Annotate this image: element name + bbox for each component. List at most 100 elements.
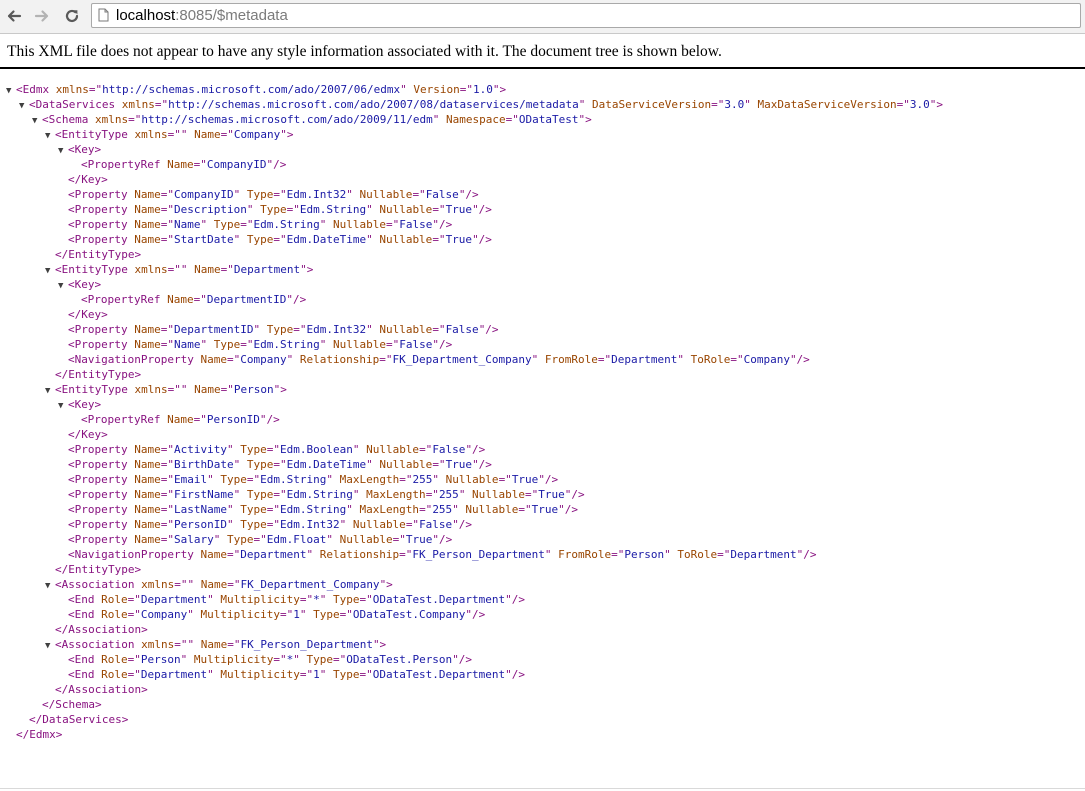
xml-tag-text: <Property [68,218,128,231]
xml-line: <NavigationProperty Name="Department" Re… [0,547,943,562]
xml-attr-value: FK_Person_Department [412,548,545,561]
xml-attr-value: Person [624,548,665,561]
xml-attr-value: 3.0 [724,98,745,111]
xml-tag-text: =" [227,638,241,651]
xml-tag-text: "/> [432,533,453,546]
xml-tag-text: "> [300,263,314,276]
xml-tag-text: =" [896,98,910,111]
xml-tag-text: <EntityType [55,128,128,141]
xml-tag-text: <Key> [68,143,102,156]
url-text[interactable]: localhost:8085/$metadata [116,6,288,25]
xml-line: <End Role="Person" Multiplicity="*" Type… [0,652,943,667]
address-bar[interactable]: localhost:8085/$metadata [91,3,1081,28]
reload-button[interactable] [61,5,83,27]
xml-attr-value: Department [730,548,797,561]
xml-tag-text: =" [273,188,287,201]
xml-tag-text: <Property [68,473,128,486]
xml-attr-name: Type [240,188,274,201]
xml-line: <Property Name="Salary" Type="Edm.Float"… [0,532,943,547]
xml-line: </Key> [0,427,943,442]
xml-tag-text: "> [492,83,507,96]
xml-tag-text: " [207,668,214,681]
xml-attr-name: Name [193,548,227,561]
xml-attr-name: Type [207,218,241,231]
xml-attr-value: Company [240,353,287,366]
xml-tag-text: =" [432,323,446,336]
xml-attr-name: Type [233,443,267,456]
xml-attr-name: Type [240,458,274,471]
xml-tag-text: <Property [68,323,128,336]
xml-tag-text: =" [505,113,519,126]
xml-attr-name: MaxLength [332,473,400,486]
xml-tag-text: =" [385,218,400,231]
xml-tag-text: =" [160,503,174,516]
xml-attr-name: Namespace [439,113,506,126]
xml-tag-text: =" [160,518,174,531]
xml-attr-name: Nullable [372,458,433,471]
xml-attr-value: 255 [412,473,433,486]
xml-tag-text: =" [220,128,234,141]
xml-attr-name: Type [220,533,254,546]
xml-tag-text: "/> [259,413,280,426]
xml-tag-text: "/> [505,668,526,681]
xml-attr-value: True [538,488,565,501]
xml-tag-text: " [366,203,373,216]
xml-attr-name: Name [160,293,194,306]
xml-attr-value: Person [233,383,274,396]
xml-tag-text: <Property [68,533,128,546]
xml-tag-text: "> [578,113,592,126]
xml-attr-name: xmlns [134,578,175,591]
xml-attr-name: Name [187,128,221,141]
xml-tag-text: "> [372,638,387,651]
xml-tag-text: <End [68,608,95,621]
xml-attr-value: FK_Department_Company [240,578,380,591]
xml-tag-text: =" [332,653,347,666]
xml-tag-text: =" [160,233,174,246]
xml-attr-name: ToRole [683,353,731,366]
xml-attr-name: Name [127,233,161,246]
xml-tag-text: "/> [472,233,492,246]
xml-attr-name: MaxDataServiceVersion [750,98,897,111]
xml-tag-text: </EntityType> [55,248,142,261]
xml-tag-text: =" [717,548,731,561]
xml-attr-name: MaxLength [359,488,426,501]
xml-attr-value: Edm.String [260,473,327,486]
xml-tag-text: <PropertyRef [81,158,161,171]
xml-line: ▼ <Schema xmlns="http://schemas.microsoft… [0,112,943,127]
xml-line: <NavigationProperty Name="Company" Relat… [0,352,943,367]
xml-tag-text: =" [299,593,314,606]
xml-attr-value: False [445,323,479,336]
xml-tag-text: =" [266,443,280,456]
xml-attr-value: False [399,338,433,351]
back-button[interactable] [3,5,25,27]
xml-attr-value: Edm.DateTime [286,233,367,246]
xml-attr-value: Edm.Int32 [306,323,367,336]
xml-tag-text: =" [193,293,207,306]
xml-tag-text: =" [253,533,267,546]
xml-tag-text: =" [525,488,539,501]
xml-attr-name: Type [213,473,247,486]
xml-tag-text: =" [266,518,280,531]
xml-attr-name: Nullable [372,233,433,246]
xml-tag-text: =" [246,473,261,486]
xml-attr-name: Nullable [346,518,406,531]
xml-attr-name: Type [233,503,267,516]
xml-tag-text: " [544,548,552,561]
forward-arrow-icon [34,8,50,24]
xml-attr-value: Company [140,608,188,621]
xml-attr-value: ODataTest [518,113,579,126]
xml-tag-text: =" [127,593,141,606]
xml-tag-text: " [207,593,214,606]
xml-tag-text: "/> [432,218,453,231]
xml-tag-text: <Property [68,443,128,456]
xml-tag-text: " [366,458,373,471]
xml-line: ▼ <Key> [0,277,943,292]
xml-tag-text: <End [68,593,95,606]
xml-attr-name: Name [127,473,161,486]
xml-attr-name: Nullable [326,338,386,351]
xml-line: </EntityType> [0,562,943,577]
xml-line: <End Role="Department" Multiplicity="1" … [0,667,943,682]
forward-button[interactable] [31,5,53,27]
xml-tag-text: </Edmx> [16,728,63,741]
xml-line: <Property Name="StartDate" Type="Edm.Dat… [0,232,943,247]
